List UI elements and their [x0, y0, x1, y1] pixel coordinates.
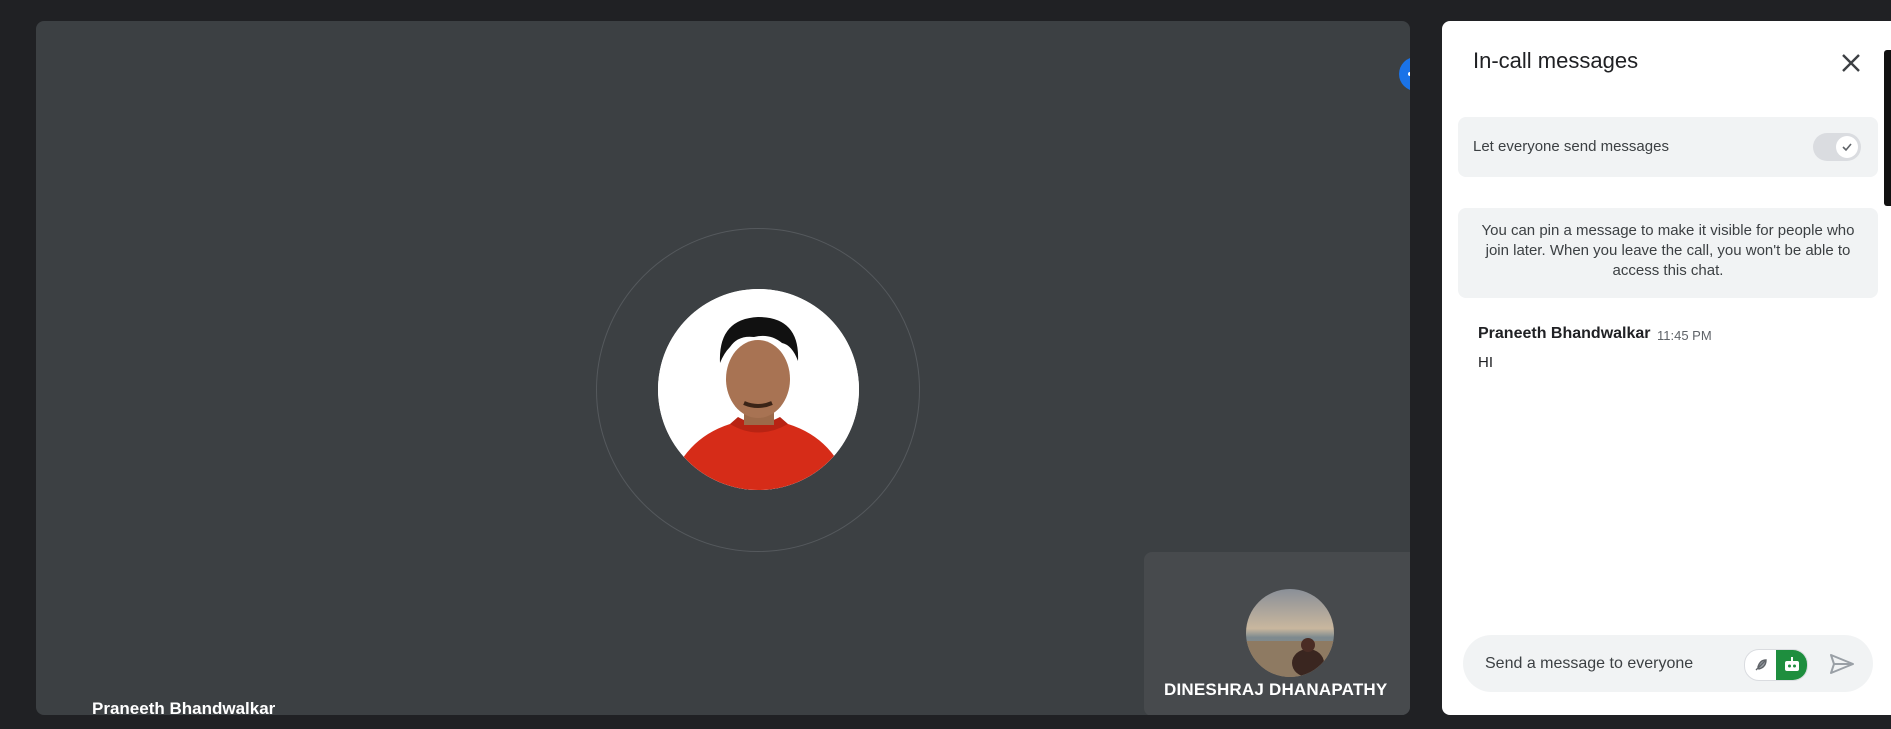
message-input[interactable] [1483, 651, 1737, 677]
close-panel-button[interactable] [1835, 47, 1867, 79]
message-timestamp: 11:45 PM [1657, 328, 1712, 343]
message-sender: Praneeth Bhandwalkar [1478, 325, 1651, 342]
toggle-knob [1836, 136, 1858, 158]
participant-name-label: DINESHRAJ DHANAPATHY [1164, 680, 1388, 699]
participant-tile[interactable]: DINESHRAJ DHANAPATHY [1144, 552, 1410, 715]
feather-icon [1755, 659, 1767, 671]
send-icon [1830, 654, 1854, 674]
side-edge-tab [1884, 50, 1891, 206]
compose-tools [1744, 649, 1808, 681]
more-horizontal-icon [1408, 72, 1410, 76]
more-options-button[interactable] [1399, 57, 1410, 91]
message-text: HI [1478, 354, 1493, 371]
presenter-name-label: Praneeth Bhandwalkar [92, 699, 276, 715]
toggle-label: Let everyone send messages [1473, 138, 1669, 155]
bot-icon [1784, 657, 1799, 671]
check-icon [1842, 143, 1852, 152]
pin-info-text: You can pin a message to make it visible… [1458, 208, 1878, 298]
feather-tool-button[interactable] [1745, 650, 1776, 680]
in-call-messages-panel: In-call messages Let everyone send messa… [1442, 21, 1891, 715]
presenter-avatar [658, 289, 859, 490]
panel-title: In-call messages [1473, 48, 1639, 73]
close-icon [1842, 54, 1860, 72]
compose-bar [1463, 635, 1873, 692]
main-video-stage: Praneeth Bhandwalkar DINESHRAJ DHANAPATH [36, 21, 1410, 715]
participant-avatar [1246, 589, 1334, 677]
let-everyone-send-toggle[interactable] [1813, 133, 1861, 161]
let-everyone-send-row: Let everyone send messages [1458, 117, 1878, 177]
send-button[interactable] [1827, 649, 1857, 679]
bot-tool-button[interactable] [1776, 650, 1807, 680]
